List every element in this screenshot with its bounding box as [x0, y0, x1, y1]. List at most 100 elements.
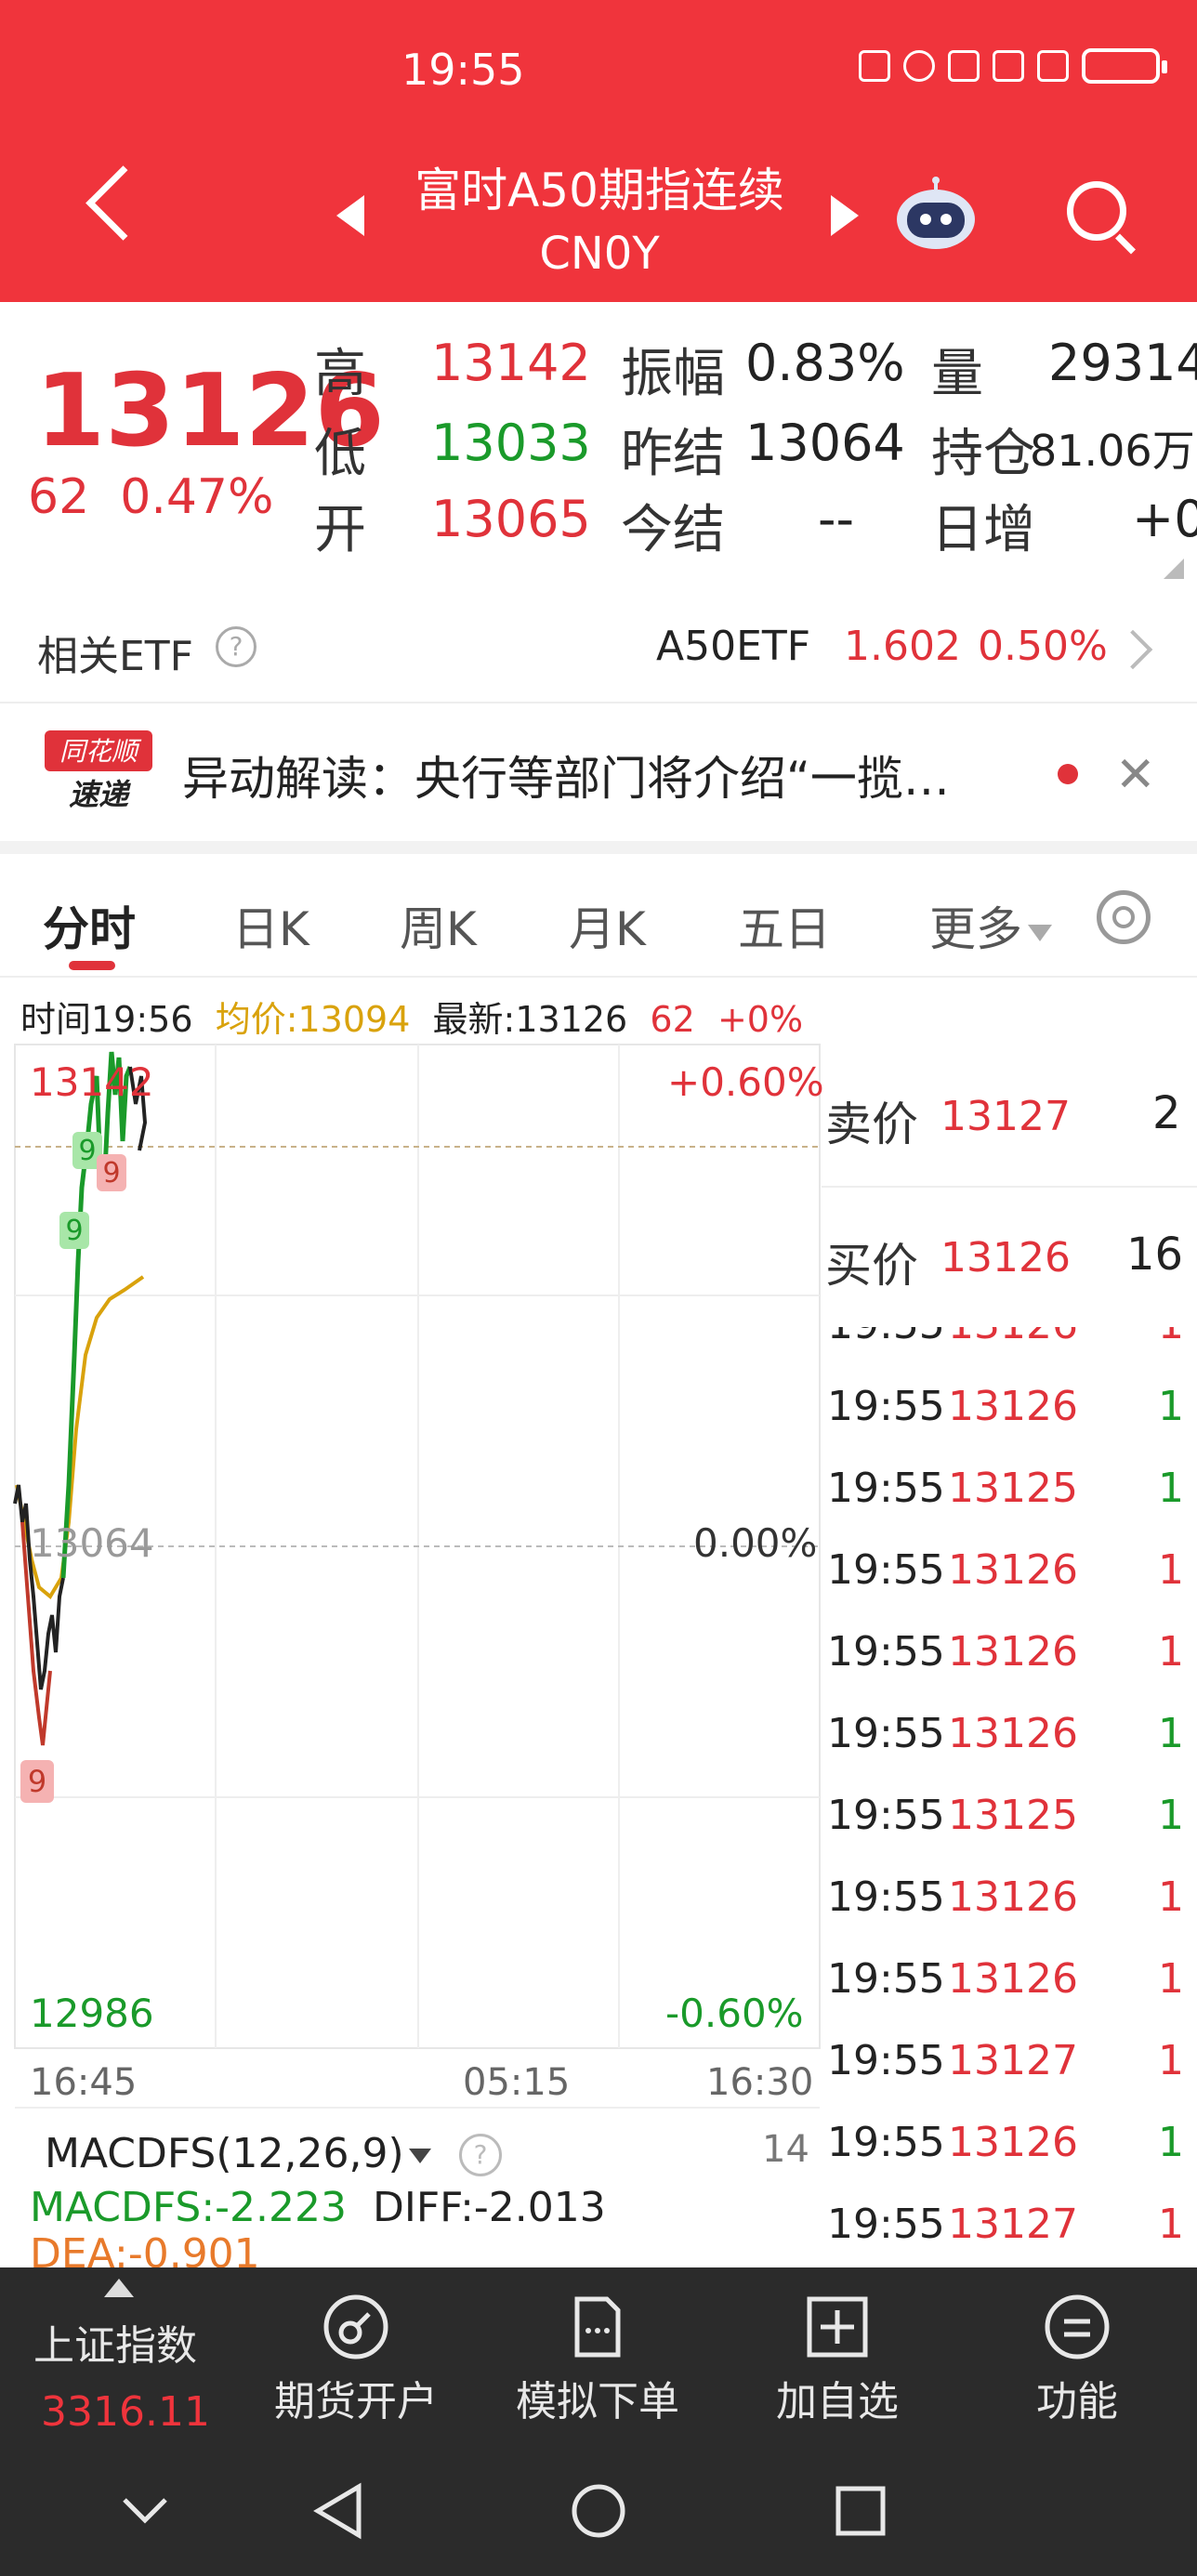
index-name[interactable]: 上证指数 [33, 2312, 197, 2372]
amplitude-value: 0.83% [745, 334, 905, 392]
info-avg: 均价:13094 [215, 999, 411, 1040]
tick-time: 19:55 [827, 1792, 945, 1839]
prev-contract-icon[interactable] [336, 195, 364, 236]
quote-panel: 13126 62 0.47% 高 13142 振幅 0.83% 量 29314 … [0, 302, 1197, 590]
tick-time: 19:55 [827, 1710, 945, 1757]
collapse-icon[interactable] [119, 2492, 171, 2530]
chevron-down-icon [1028, 924, 1052, 941]
chart-high-label: 13142 [30, 1059, 154, 1105]
tick-time: 19:55 [827, 2201, 945, 2248]
nav-back-icon[interactable] [310, 2481, 366, 2541]
nav-home-icon[interactable] [569, 2481, 628, 2541]
high-label: 高 [314, 344, 366, 404]
macd-max-value: 14 [762, 2128, 809, 2171]
search-icon[interactable] [1067, 181, 1126, 241]
related-etf-row[interactable]: 相关ETF ? A50ETF 1.602 0.50% [0, 595, 1197, 703]
daily-change-label: 日增 [931, 500, 1035, 560]
expand-corner-icon[interactable] [1164, 559, 1184, 579]
macd-selector[interactable]: MACDFS(12,26,9) [45, 2130, 404, 2177]
tick-volume: 1 [1158, 1955, 1184, 2003]
tick-time: 19:55 [827, 1955, 945, 2003]
tab-monthly-k[interactable]: 月K [569, 892, 646, 959]
change-pct: 0.47% [120, 469, 274, 525]
volume-label: 量 [931, 344, 983, 404]
diff-value: DIFF:-2.013 [373, 2184, 606, 2231]
tick-time: 19:55 [827, 1873, 945, 1921]
tab-more-label: 更多 [929, 902, 1022, 956]
help-icon[interactable]: ? [459, 2134, 502, 2176]
tick-price: 13126 [948, 1873, 1078, 1921]
news-banner[interactable]: 同花顺 速递 异动解读：央行等部门将介绍“一揽… ✕ [0, 706, 1197, 836]
news-text[interactable]: 异动解读：央行等部门将介绍“一揽… [182, 742, 1046, 808]
unread-dot [1058, 764, 1078, 784]
low-value: 13033 [431, 414, 591, 472]
chevron-down-icon[interactable] [409, 2149, 431, 2163]
tick-row: 19:5513126 1 [827, 1628, 1197, 1710]
futures-account-button[interactable]: 期货开户 [249, 2267, 463, 2455]
etf-label: 相关ETF [37, 633, 193, 680]
chart-marker-3: 9 [65, 1215, 83, 1247]
tick-time: 19:55 [827, 1628, 945, 1676]
menu-icon [1045, 2294, 1110, 2359]
tick-row: 19:55 13127 1 [827, 2037, 1197, 2119]
high-value: 13142 [431, 334, 591, 392]
settings-icon[interactable] [1097, 890, 1151, 944]
chevron-right-icon[interactable] [1112, 629, 1153, 670]
back-icon[interactable] [86, 165, 161, 241]
amplitude-label: 振幅 [621, 344, 725, 404]
etf-name: A50ETF [656, 623, 811, 670]
battery-icon [1082, 48, 1167, 84]
chart-low-label: 12986 [30, 1991, 154, 2036]
open-label: 开 [314, 500, 366, 560]
tab-daily-k[interactable]: 日K [232, 892, 309, 959]
chevron-up-icon[interactable] [104, 2279, 134, 2297]
tick-volume: 1 [1158, 1327, 1184, 1348]
nav-recents-icon[interactable] [833, 2483, 888, 2539]
x-label-mid: 05:15 [463, 2061, 571, 2104]
help-icon[interactable]: ? [216, 626, 256, 667]
info-time: 时间19:56 [20, 999, 193, 1040]
tick-price: 13125 [948, 1792, 1078, 1839]
ask-label: 卖价 [825, 1097, 918, 1151]
tick-volume: 1 [1158, 2201, 1184, 2248]
tick-row: 19:5513126 1 [827, 1710, 1197, 1792]
tick-price: 13126 [948, 2119, 1078, 2166]
tick-price: 13126 [948, 1710, 1078, 1757]
settle-value: -- [818, 490, 854, 548]
app-header: 19:55 富时A50期指连续 CN0Y [0, 0, 1197, 302]
add-watchlist-button[interactable]: 加自选 [730, 2267, 944, 2455]
open-value: 13065 [431, 490, 591, 548]
open-interest-value: 81.06万 [1030, 426, 1195, 476]
tab-underline [69, 961, 115, 970]
tick-price: 13126 [948, 1546, 1078, 1594]
next-contract-icon[interactable] [831, 195, 859, 236]
tick-time: 19:55 [827, 1327, 945, 1348]
chart-mid-label: 13064 [30, 1520, 154, 1566]
robot-assistant-icon[interactable] [894, 177, 978, 251]
tick-price: 13126 [948, 1628, 1078, 1676]
info-latest: 最新:13126 [432, 999, 628, 1040]
etf-pct: 0.50% [978, 623, 1108, 670]
tick-volume: 1 [1158, 1546, 1184, 1594]
tick-volume: 1 [1158, 1873, 1184, 1921]
tab-weekly-k[interactable]: 周K [400, 892, 477, 959]
chart-marker-2: 9 [102, 1157, 120, 1189]
chart-tabs: 分时 日K 周K 月K 五日 更多 [0, 855, 1197, 978]
paper-trade-label: 模拟下单 [516, 2378, 679, 2425]
tab-intraday[interactable]: 分时 [43, 892, 136, 959]
tick-row: 19:5513126 1 [827, 1873, 1197, 1955]
tab-five-day[interactable]: 五日 [738, 892, 831, 959]
tick-volume: 1 [1158, 1383, 1184, 1430]
paper-trade-button[interactable]: 模拟下单 [491, 2267, 704, 2455]
open-interest-label: 持仓 [931, 424, 1035, 484]
volume-value: 29314 [1048, 334, 1197, 392]
page-title: 富时A50期指连续 [414, 164, 784, 217]
chart-high-pct: +0.60% [667, 1059, 824, 1105]
tab-more[interactable]: 更多 [929, 892, 1052, 959]
chart-low-pct: -0.60% [665, 1991, 804, 2036]
close-icon[interactable]: ✕ [1115, 747, 1156, 803]
settle-label: 今结 [621, 500, 725, 560]
svg-text:速递: 速递 [69, 777, 131, 812]
functions-button[interactable]: 功能 [970, 2267, 1184, 2455]
info-pct: +0% [717, 999, 804, 1040]
